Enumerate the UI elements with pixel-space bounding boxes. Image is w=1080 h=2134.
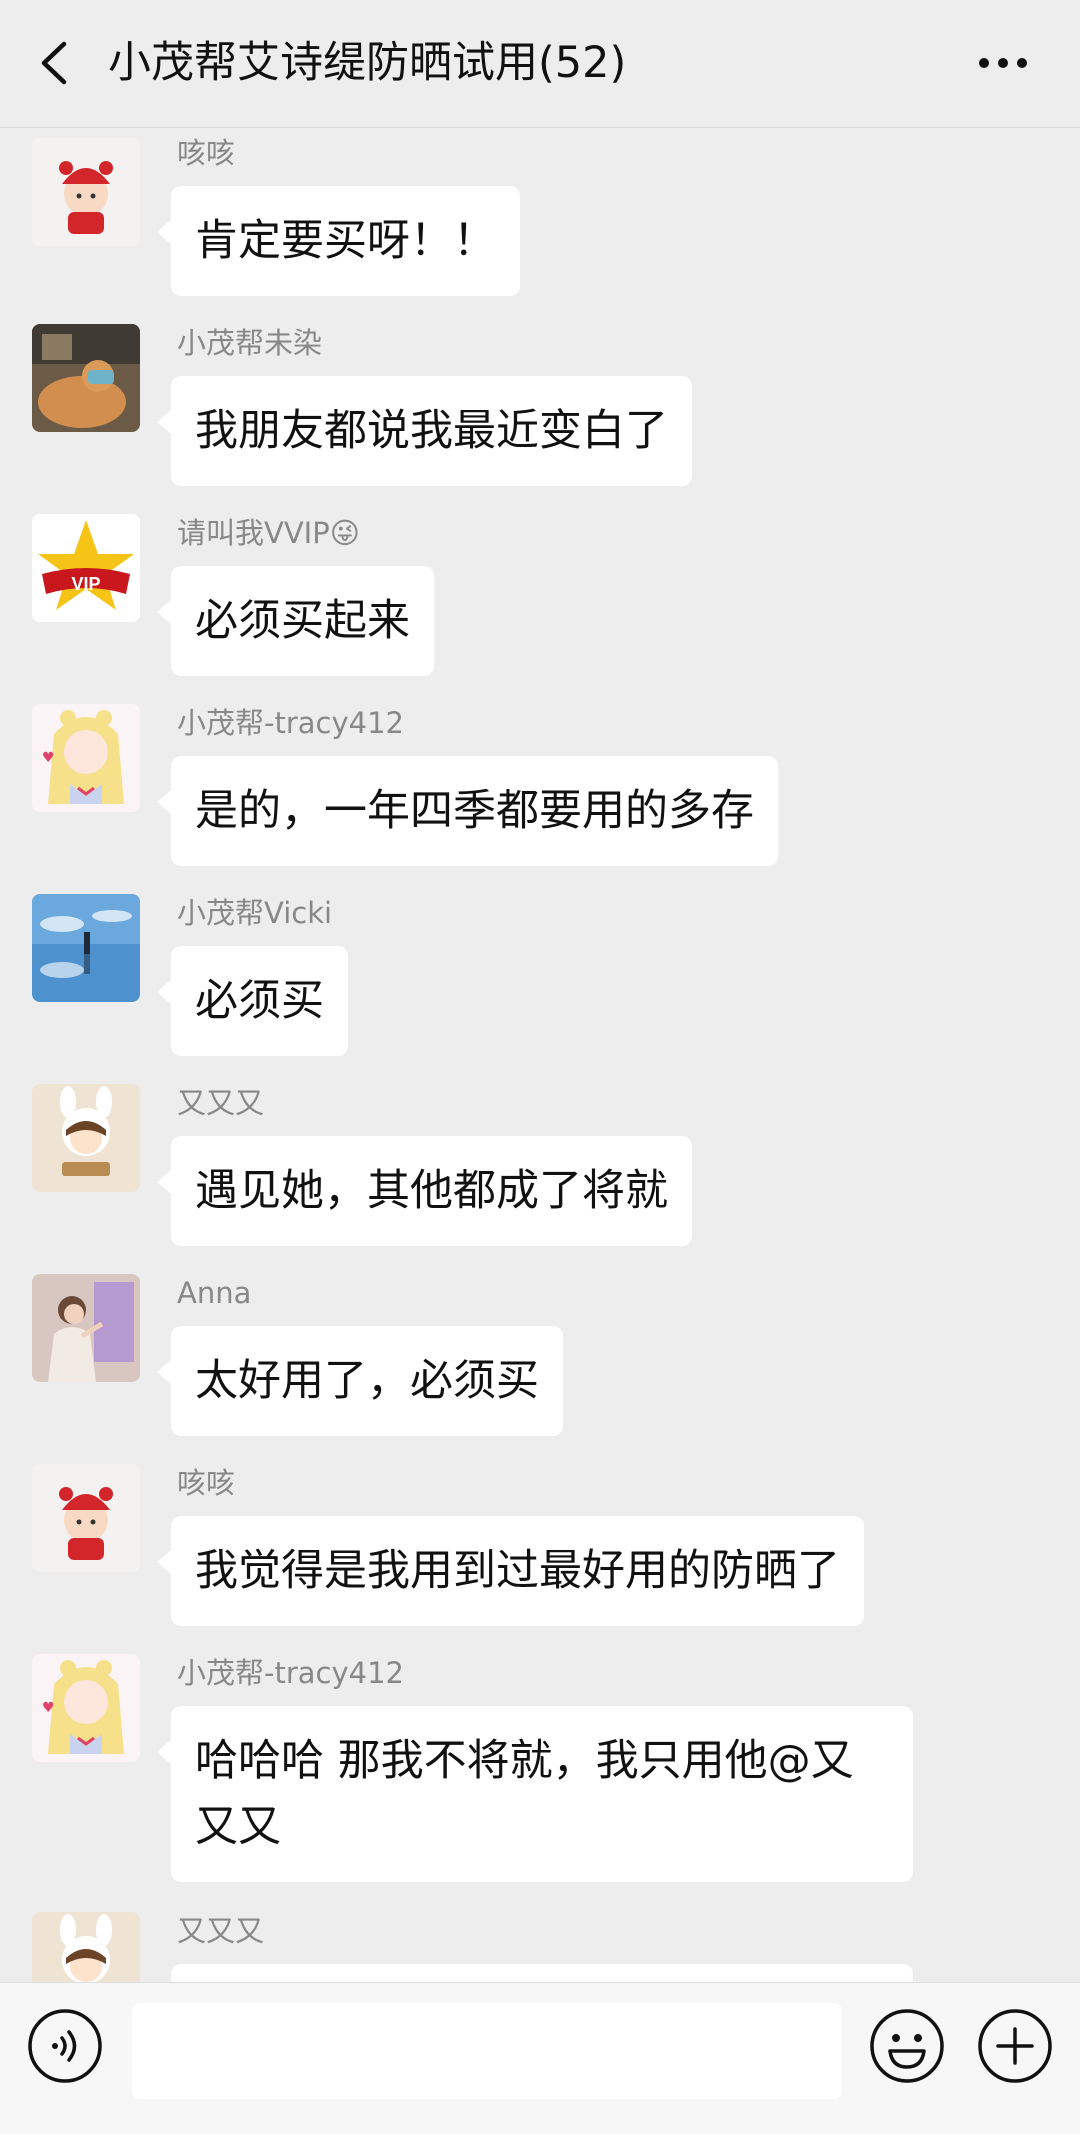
message-bubble[interactable]: 我朋友都说我最近变白了	[157, 376, 692, 486]
message-list[interactable]: 咳咳 肯定要买呀！！ 小茂帮未染 我朋友都说我最近变白了 VIP 请叫我VVIP…	[0, 128, 1080, 1982]
message-bubble[interactable]: 是的，一年四季都要用的多存	[157, 756, 778, 866]
sender-name: 又又又	[177, 1086, 265, 1120]
sender-name: 咳咳	[177, 136, 236, 170]
sender-name: 请叫我VVIP😜	[177, 516, 360, 550]
message-bubble[interactable]: 太好用了，必须买	[157, 1326, 563, 1436]
girl-red-hat-avatar[interactable]	[32, 138, 140, 246]
message-bubble[interactable]	[171, 1964, 913, 1982]
message-input[interactable]	[132, 2003, 842, 2099]
sender-name: Anna	[177, 1276, 252, 1310]
bunny-girl-avatar[interactable]	[32, 1912, 140, 1982]
photo-cat-avatar[interactable]	[32, 324, 140, 432]
message-bubble[interactable]: 必须买	[157, 946, 348, 1056]
sender-name: 咳咳	[177, 1466, 236, 1500]
more-dots-icon[interactable]	[976, 40, 1030, 86]
message-bubble[interactable]: 肯定要买呀！！	[157, 186, 520, 296]
emoji-icon[interactable]	[868, 2007, 946, 2085]
sender-name: 小茂帮Vicki	[177, 896, 333, 930]
girl-red-hat-avatar[interactable]	[32, 1464, 140, 1572]
bunny-girl-avatar[interactable]	[32, 1084, 140, 1192]
chat-header: 小茂帮艾诗缇防晒试用(52)	[0, 0, 1080, 128]
voice-icon[interactable]	[26, 2007, 104, 2085]
message-bubble[interactable]: 哈哈哈 那我不将就，我只用他@又又又	[157, 1706, 913, 1882]
painting-girl-avatar[interactable]	[32, 1274, 140, 1382]
sender-name: 小茂帮-tracy412	[177, 706, 404, 740]
sky-reflection-avatar[interactable]	[32, 894, 140, 1002]
sender-name: 小茂帮未染	[177, 326, 323, 360]
svg-text:♥: ♥	[42, 1700, 55, 1716]
input-bar	[0, 1982, 1080, 2134]
sender-name: 小茂帮-tracy412	[177, 1656, 404, 1690]
anime-girl-avatar[interactable]: ♥	[32, 704, 140, 812]
message-bubble[interactable]: 必须买起来	[157, 566, 434, 676]
chevron-left-icon[interactable]	[30, 30, 80, 96]
message-bubble[interactable]: 遇见她，其他都成了将就	[157, 1136, 692, 1246]
vip-star-avatar[interactable]: VIP	[32, 514, 140, 622]
svg-text:♥: ♥	[42, 750, 55, 766]
sender-name: 又又又	[177, 1914, 265, 1948]
svg-text:VIP: VIP	[71, 574, 100, 594]
anime-girl-avatar[interactable]: ♥	[32, 1654, 140, 1762]
message-bubble[interactable]: 我觉得是我用到过最好用的防晒了	[157, 1516, 864, 1626]
chat-title: 小茂帮艾诗缇防晒试用(52)	[108, 38, 627, 88]
plus-icon[interactable]	[976, 2007, 1054, 2085]
